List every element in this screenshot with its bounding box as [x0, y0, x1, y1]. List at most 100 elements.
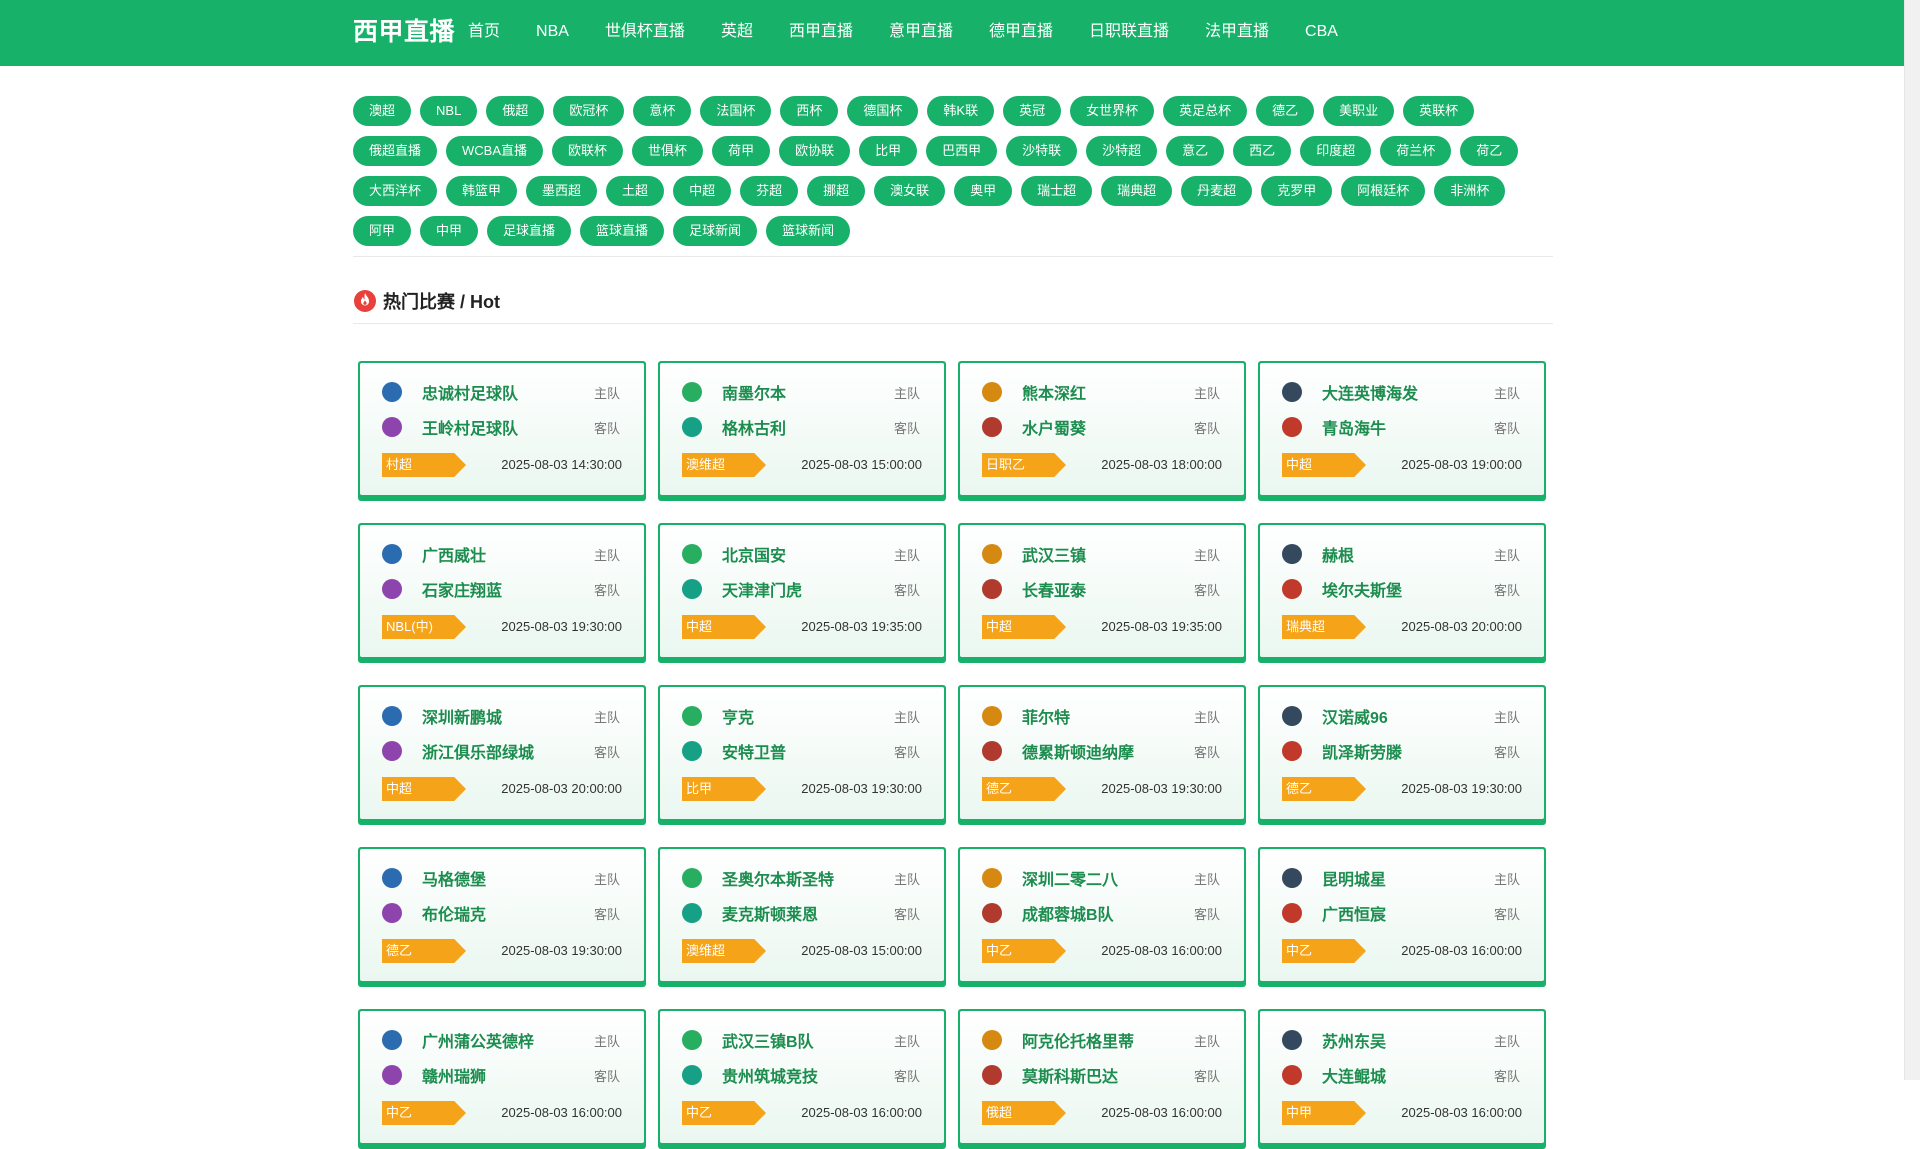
category-tag[interactable]: 芬超 [740, 176, 799, 206]
category-tag[interactable]: 阿根廷杯 [1341, 176, 1426, 206]
category-tag[interactable]: 西杯 [780, 96, 839, 126]
match-card[interactable]: 阿克伦托格里蒂 主队 莫斯科斯巴达 客队 俄超 2025-08-03 16:00… [958, 1009, 1246, 1149]
home-team-name[interactable]: 深圳二零二八 [1022, 866, 1194, 890]
nav-item[interactable]: 意甲直播 [871, 0, 971, 66]
category-tag[interactable]: 俄超直播 [353, 136, 438, 166]
match-card[interactable]: 亨克 主队 安特卫普 客队 比甲 2025-08-03 19:30:00 [658, 685, 946, 825]
category-tag[interactable]: 克罗甲 [1261, 176, 1333, 206]
category-tag[interactable]: 法国杯 [700, 96, 772, 126]
nav-item[interactable]: 世俱杯直播 [587, 0, 703, 66]
away-team-name[interactable]: 麦克斯顿莱恩 [722, 901, 894, 925]
category-tag[interactable]: 意杯 [633, 96, 692, 126]
home-team-name[interactable]: 深圳新鹏城 [422, 704, 594, 728]
away-team-name[interactable]: 浙江俱乐部绿城 [422, 739, 594, 763]
home-team-name[interactable]: 广州蒲公英德梓 [422, 1028, 594, 1052]
category-tag[interactable]: 挪超 [807, 176, 866, 206]
category-tag[interactable]: 中甲 [420, 216, 479, 246]
category-tag[interactable]: 俄超 [486, 96, 545, 126]
category-tag[interactable]: 欧冠杯 [553, 96, 625, 126]
away-team-name[interactable]: 贵州筑城竞技 [722, 1063, 894, 1087]
nav-item[interactable]: NBA [518, 0, 587, 66]
category-tag[interactable]: 比甲 [859, 136, 918, 166]
away-team-name[interactable]: 青岛海牛 [1322, 415, 1494, 439]
category-tag[interactable]: 西乙 [1233, 136, 1292, 166]
home-team-name[interactable]: 大连英博海发 [1322, 380, 1494, 404]
category-tag[interactable]: 篮球直播 [580, 216, 665, 246]
category-tag[interactable]: 德国杯 [847, 96, 919, 126]
home-team-name[interactable]: 圣奥尔本斯圣特 [722, 866, 894, 890]
away-team-name[interactable]: 赣州瑞狮 [422, 1063, 594, 1087]
category-tag[interactable]: 印度超 [1300, 136, 1372, 166]
home-team-name[interactable]: 汉诺威96 [1322, 704, 1494, 728]
category-tag[interactable]: 韩篮甲 [446, 176, 518, 206]
category-tag[interactable]: WCBA直播 [446, 136, 544, 166]
match-card[interactable]: 昆明城星 主队 广西恒宸 客队 中乙 2025-08-03 16:00:00 [1258, 847, 1546, 987]
category-tag[interactable]: 足球新闻 [673, 216, 758, 246]
match-card[interactable]: 圣奥尔本斯圣特 主队 麦克斯顿莱恩 客队 澳维超 2025-08-03 15:0… [658, 847, 946, 987]
category-tag[interactable]: 阿甲 [353, 216, 412, 246]
category-tag[interactable]: 英联杯 [1403, 96, 1475, 126]
home-team-name[interactable]: 赫根 [1322, 542, 1494, 566]
nav-item[interactable]: 西甲直播 [771, 0, 871, 66]
match-card[interactable]: 广州蒲公英德梓 主队 赣州瑞狮 客队 中乙 2025-08-03 16:00:0… [358, 1009, 646, 1149]
category-tag[interactable]: 英足总杯 [1163, 96, 1248, 126]
category-tag[interactable]: 韩K联 [927, 96, 995, 126]
match-card[interactable]: 深圳二零二八 主队 成都蓉城B队 客队 中乙 2025-08-03 16:00:… [958, 847, 1246, 987]
match-card[interactable]: 北京国安 主队 天津津门虎 客队 中超 2025-08-03 19:35:00 [658, 523, 946, 663]
category-tag[interactable]: 英冠 [1003, 96, 1062, 126]
away-team-name[interactable]: 大连鲲城 [1322, 1063, 1494, 1087]
nav-item[interactable]: CBA [1287, 0, 1356, 66]
category-tag[interactable]: 中超 [673, 176, 732, 206]
match-card[interactable]: 赫根 主队 埃尔夫斯堡 客队 瑞典超 2025-08-03 20:00:00 [1258, 523, 1546, 663]
category-tag[interactable]: 德乙 [1256, 96, 1315, 126]
category-tag[interactable]: 非洲杯 [1434, 176, 1506, 206]
match-card[interactable]: 武汉三镇 主队 长春亚泰 客队 中超 2025-08-03 19:35:00 [958, 523, 1246, 663]
home-team-name[interactable]: 苏州东吴 [1322, 1028, 1494, 1052]
away-team-name[interactable]: 水户蜀葵 [1022, 415, 1194, 439]
category-tag[interactable]: 沙特超 [1086, 136, 1158, 166]
match-card[interactable]: 马格德堡 主队 布伦瑞克 客队 德乙 2025-08-03 19:30:00 [358, 847, 646, 987]
category-tag[interactable]: 欧协联 [779, 136, 851, 166]
match-card[interactable]: 南墨尔本 主队 格林古利 客队 澳维超 2025-08-03 15:00:00 [658, 361, 946, 501]
away-team-name[interactable]: 埃尔夫斯堡 [1322, 577, 1494, 601]
away-team-name[interactable]: 布伦瑞克 [422, 901, 594, 925]
category-tag[interactable]: 沙特联 [1006, 136, 1078, 166]
nav-item[interactable]: 英超 [703, 0, 771, 66]
match-card[interactable]: 深圳新鹏城 主队 浙江俱乐部绿城 客队 中超 2025-08-03 20:00:… [358, 685, 646, 825]
category-tag[interactable]: 足球直播 [487, 216, 572, 246]
category-tag[interactable]: 澳女联 [874, 176, 946, 206]
scrollbar[interactable] [1904, 0, 1920, 1080]
home-team-name[interactable]: 马格德堡 [422, 866, 594, 890]
match-card[interactable]: 广西威壮 主队 石家庄翔蓝 客队 NBL(中) 2025-08-03 19:30… [358, 523, 646, 663]
match-card[interactable]: 武汉三镇B队 主队 贵州筑城竞技 客队 中乙 2025-08-03 16:00:… [658, 1009, 946, 1149]
home-team-name[interactable]: 忠诚村足球队 [422, 380, 594, 404]
home-team-name[interactable]: 武汉三镇 [1022, 542, 1194, 566]
nav-item[interactable]: 法甲直播 [1187, 0, 1287, 66]
category-tag[interactable]: 荷兰杯 [1380, 136, 1452, 166]
category-tag[interactable]: 荷乙 [1460, 136, 1519, 166]
site-logo[interactable]: 西甲直播 [353, 0, 455, 66]
category-tag[interactable]: 土超 [606, 176, 665, 206]
away-team-name[interactable]: 莫斯科斯巴达 [1022, 1063, 1194, 1087]
category-tag[interactable]: 荷甲 [712, 136, 771, 166]
match-card[interactable]: 苏州东吴 主队 大连鲲城 客队 中甲 2025-08-03 16:00:00 [1258, 1009, 1546, 1149]
category-tag[interactable]: 女世界杯 [1070, 96, 1155, 126]
category-tag[interactable]: 篮球新闻 [766, 216, 851, 246]
category-tag[interactable]: 美职业 [1323, 96, 1395, 126]
match-card[interactable]: 大连英博海发 主队 青岛海牛 客队 中超 2025-08-03 19:00:00 [1258, 361, 1546, 501]
home-team-name[interactable]: 南墨尔本 [722, 380, 894, 404]
away-team-name[interactable]: 成都蓉城B队 [1022, 901, 1194, 925]
away-team-name[interactable]: 王岭村足球队 [422, 415, 594, 439]
away-team-name[interactable]: 长春亚泰 [1022, 577, 1194, 601]
away-team-name[interactable]: 安特卫普 [722, 739, 894, 763]
away-team-name[interactable]: 德累斯顿迪纳摩 [1022, 739, 1194, 763]
category-tag[interactable]: 大西洋杯 [353, 176, 438, 206]
away-team-name[interactable]: 石家庄翔蓝 [422, 577, 594, 601]
home-team-name[interactable]: 亨克 [722, 704, 894, 728]
category-tag[interactable]: 墨西超 [526, 176, 598, 206]
category-tag[interactable]: 瑞典超 [1101, 176, 1173, 206]
match-card[interactable]: 忠诚村足球队 主队 王岭村足球队 客队 村超 2025-08-03 14:30:… [358, 361, 646, 501]
nav-item[interactable]: 首页 [450, 0, 518, 66]
away-team-name[interactable]: 凯泽斯劳滕 [1322, 739, 1494, 763]
category-tag[interactable]: 意乙 [1166, 136, 1225, 166]
